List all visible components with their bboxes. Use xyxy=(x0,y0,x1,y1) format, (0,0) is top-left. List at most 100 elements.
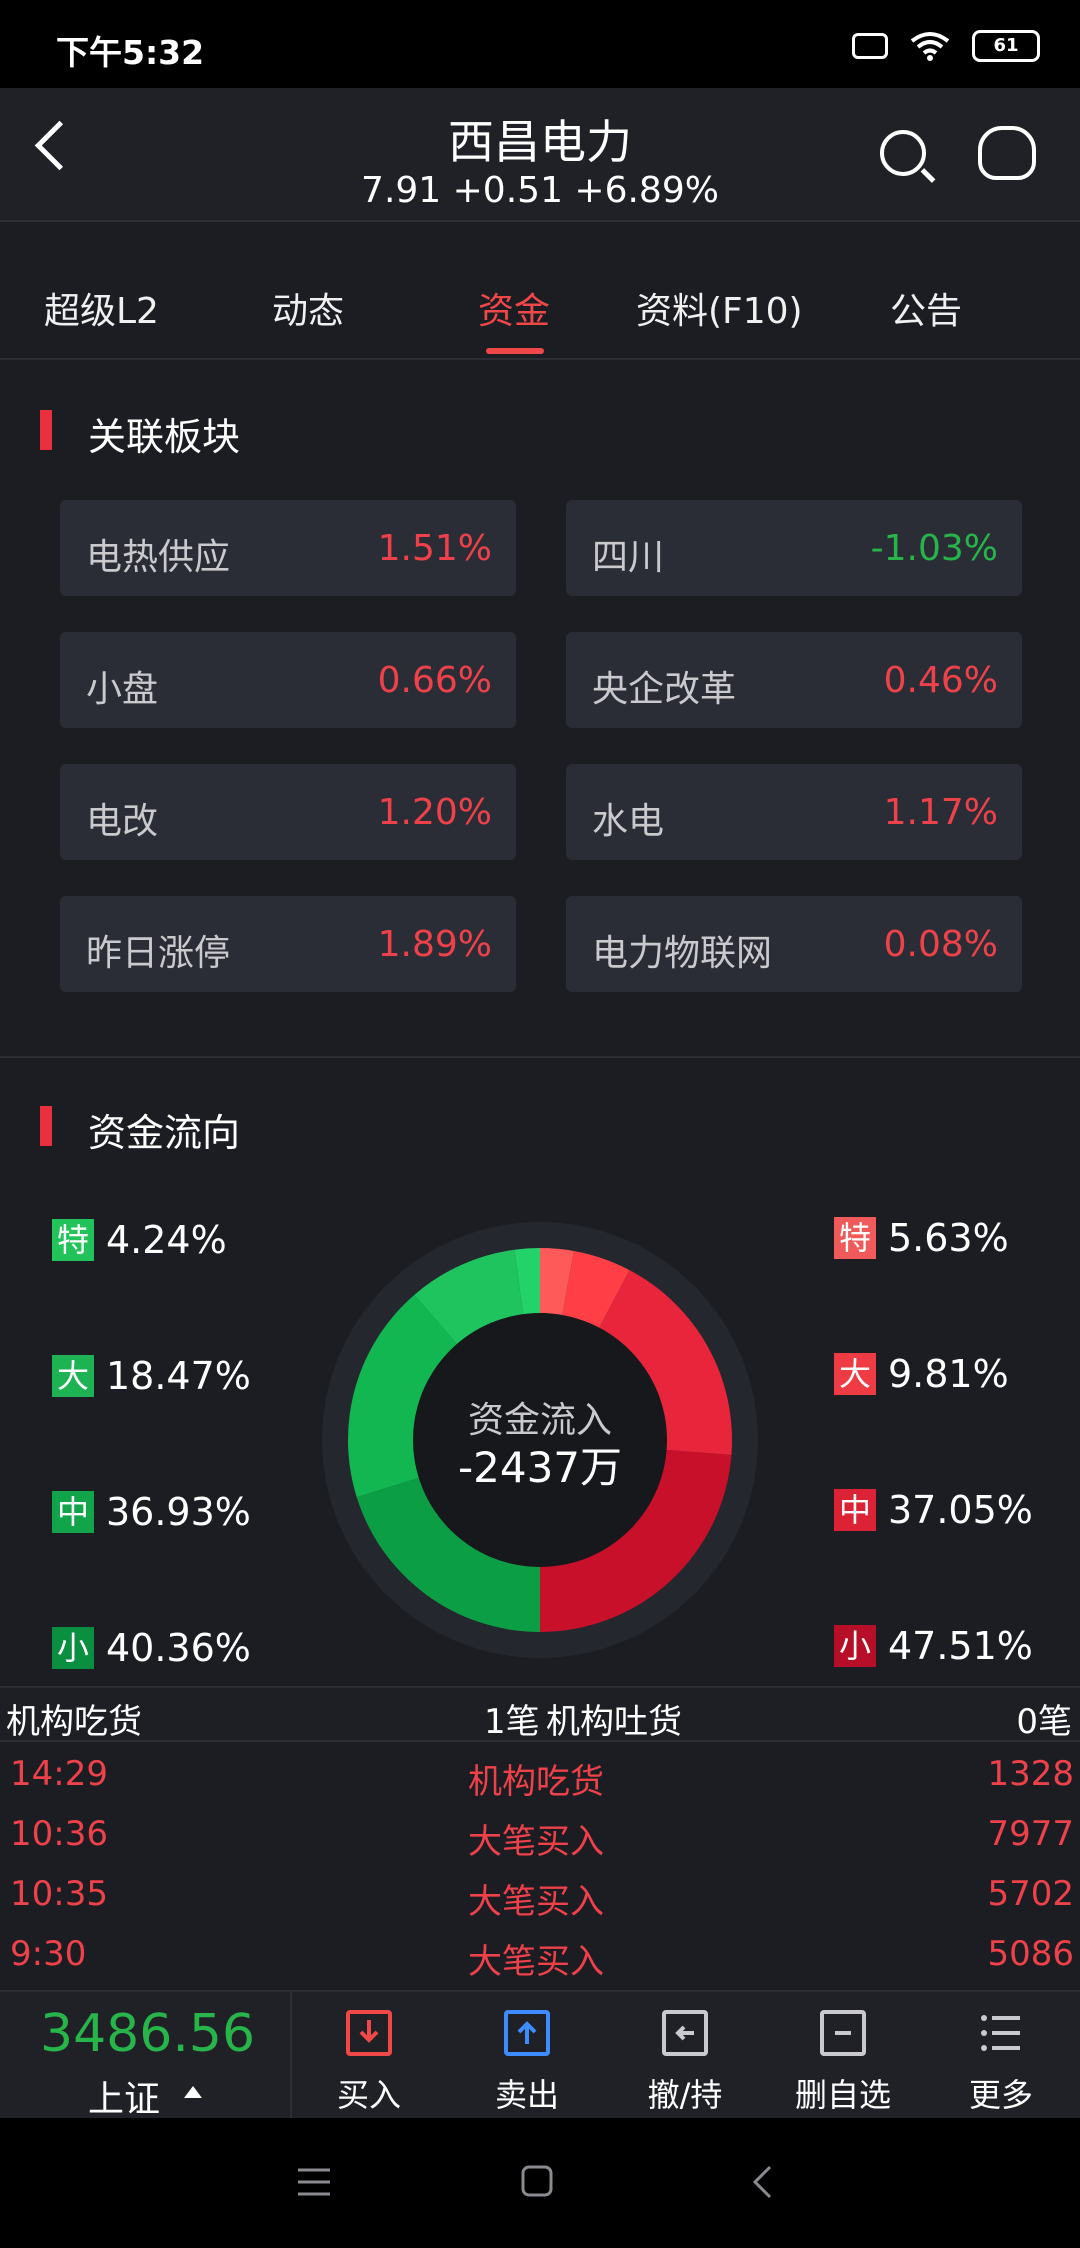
tab-funds[interactable]: 资金 xyxy=(478,282,550,334)
section-marker xyxy=(40,1106,52,1146)
nav-menu-icon[interactable] xyxy=(296,2166,332,2198)
inflow-extra-large: 特 5.63% xyxy=(834,1216,1009,1260)
sector-pct: 0.66% xyxy=(377,660,492,701)
cancel-hold-label: 撤/持 xyxy=(647,2076,723,2114)
system-nav-bar xyxy=(0,2118,1080,2248)
nav-home-icon[interactable] xyxy=(520,2164,554,2198)
sector-card[interactable]: 水电 1.17% xyxy=(566,764,1022,860)
status-icons: 61 xyxy=(852,30,1040,62)
sector-card[interactable]: 四川 -1.03% xyxy=(566,500,1022,596)
tab-news[interactable]: 动态 xyxy=(272,282,344,334)
outflow-pct: 36.93% xyxy=(106,1490,251,1534)
institution-sell-label: 机构吐货 xyxy=(546,1702,682,1742)
section-marker xyxy=(40,410,52,450)
trade-row[interactable]: 14:29 机构吃货 1328 xyxy=(0,1746,1080,1806)
trade-row[interactable]: 10:35 大笔买入 5702 xyxy=(0,1866,1080,1926)
index-name[interactable]: 上证 xyxy=(88,2070,160,2122)
trade-time: 10:35 xyxy=(10,1874,108,1914)
menu-icon xyxy=(978,2010,1024,2056)
sector-card[interactable]: 小盘 0.66% xyxy=(60,632,516,728)
sector-name: 电热供应 xyxy=(86,537,231,578)
more-button[interactable]: 更多 xyxy=(926,1992,1076,2120)
outflow-tag: 中 xyxy=(52,1491,94,1533)
sector-pct: 1.20% xyxy=(377,792,492,833)
inflow-pct: 9.81% xyxy=(888,1352,1009,1396)
trade-type: 大笔买入 xyxy=(468,1882,604,1922)
outflow-tag: 大 xyxy=(52,1355,94,1397)
inflow-pct: 47.51% xyxy=(888,1624,1033,1668)
cancel-order-icon xyxy=(662,2010,708,2056)
inflow-tag: 小 xyxy=(834,1625,876,1667)
index-value[interactable]: 3486.56 xyxy=(40,2004,255,2064)
sell-button[interactable]: 卖出 xyxy=(452,1992,602,2120)
outflow-tag: 小 xyxy=(52,1627,94,1669)
sector-name: 水电 xyxy=(592,801,665,842)
caret-up-icon[interactable] xyxy=(184,2086,202,2098)
trade-row[interactable]: 10:36 大笔买入 7977 xyxy=(0,1806,1080,1866)
sim-icon xyxy=(852,33,888,59)
outflow-tag: 特 xyxy=(52,1219,94,1261)
bottom-action-bar: 3486.56 上证 买入 卖出 撤/持 删自选 更多 xyxy=(0,1990,1080,2120)
sector-name: 四川 xyxy=(592,537,665,578)
outflow-extra-large: 特 4.24% xyxy=(52,1218,227,1262)
bar-divider xyxy=(290,1992,292,2120)
sell-label: 卖出 xyxy=(494,2076,559,2114)
tab-f10[interactable]: 资料(F10) xyxy=(636,282,803,334)
institution-buy-label: 机构吃货 xyxy=(6,1702,142,1742)
tab-super-l2[interactable]: 超级L2 xyxy=(44,282,159,334)
section-divider xyxy=(0,1056,1080,1058)
tab-announcements[interactable]: 公告 xyxy=(890,282,962,334)
cancel-hold-button[interactable]: 撤/持 xyxy=(610,1992,760,2120)
outflow-pct: 40.36% xyxy=(106,1626,251,1670)
trade-type: 大笔买入 xyxy=(468,1822,604,1862)
remove-icon xyxy=(820,2010,866,2056)
trade-row[interactable]: 9:30 大笔买入 5086 xyxy=(0,1926,1080,1986)
trade-time: 9:30 xyxy=(10,1934,87,1974)
sector-name: 昨日涨停 xyxy=(86,933,231,974)
trade-time: 10:36 xyxy=(10,1814,108,1854)
sector-pct: 0.46% xyxy=(883,660,998,701)
inflow-large: 大 9.81% xyxy=(834,1352,1009,1396)
sector-pct: 1.17% xyxy=(883,792,998,833)
inflow-tag: 中 xyxy=(834,1489,876,1531)
remove-watchlist-label: 删自选 xyxy=(794,2076,891,2114)
nav-back-icon[interactable] xyxy=(750,2164,774,2200)
trade-volume: 1328 xyxy=(987,1754,1074,1794)
tab-active-indicator xyxy=(486,348,544,354)
institution-summary: 机构吃货 1笔 机构吐货 0笔 xyxy=(0,1686,1080,1742)
stock-price: 7.91 +0.51 +6.89% xyxy=(361,170,719,211)
trade-type: 大笔买入 xyxy=(468,1942,604,1982)
institution-buy-count: 1笔 xyxy=(484,1702,540,1742)
sector-card[interactable]: 央企改革 0.46% xyxy=(566,632,1022,728)
wifi-icon xyxy=(910,32,950,61)
remove-watchlist-button[interactable]: 删自选 xyxy=(768,1992,918,2120)
sector-card[interactable]: 电热供应 1.51% xyxy=(60,500,516,596)
customer-service-icon[interactable] xyxy=(978,126,1036,180)
inflow-medium: 中 37.05% xyxy=(834,1488,1033,1532)
sell-icon xyxy=(504,2010,550,2056)
inflow-pct: 5.63% xyxy=(888,1216,1009,1260)
buy-label: 买入 xyxy=(336,2076,401,2114)
fund-flow-donut: 资金流入 -2437万 xyxy=(322,1222,758,1658)
institution-sell-count: 0笔 xyxy=(1016,1702,1072,1742)
stock-header: 西昌电力 7.91 +0.51 +6.89% xyxy=(0,88,1080,220)
outflow-medium: 中 36.93% xyxy=(52,1490,251,1534)
trade-time: 14:29 xyxy=(10,1754,108,1794)
inflow-tag: 大 xyxy=(834,1353,876,1395)
sector-card[interactable]: 电改 1.20% xyxy=(60,764,516,860)
donut-center-label: 资金流入 xyxy=(468,1400,612,1441)
sector-name: 电改 xyxy=(86,801,159,842)
sector-card[interactable]: 昨日涨停 1.89% xyxy=(60,896,516,992)
outflow-large: 大 18.47% xyxy=(52,1354,251,1398)
status-time: 下午5:32 xyxy=(56,33,205,72)
sector-card[interactable]: 电力物联网 0.08% xyxy=(566,896,1022,992)
status-bar: 下午5:32 61 xyxy=(0,0,1080,88)
trade-volume: 7977 xyxy=(987,1814,1074,1854)
search-icon[interactable] xyxy=(880,130,926,176)
donut-center-value: -2437万 xyxy=(458,1443,622,1492)
sector-pct: 0.08% xyxy=(883,924,998,965)
buy-button[interactable]: 买入 xyxy=(294,1992,444,2120)
battery-icon: 61 xyxy=(972,30,1040,62)
more-label: 更多 xyxy=(968,2076,1033,2114)
sector-pct: 1.89% xyxy=(377,924,492,965)
